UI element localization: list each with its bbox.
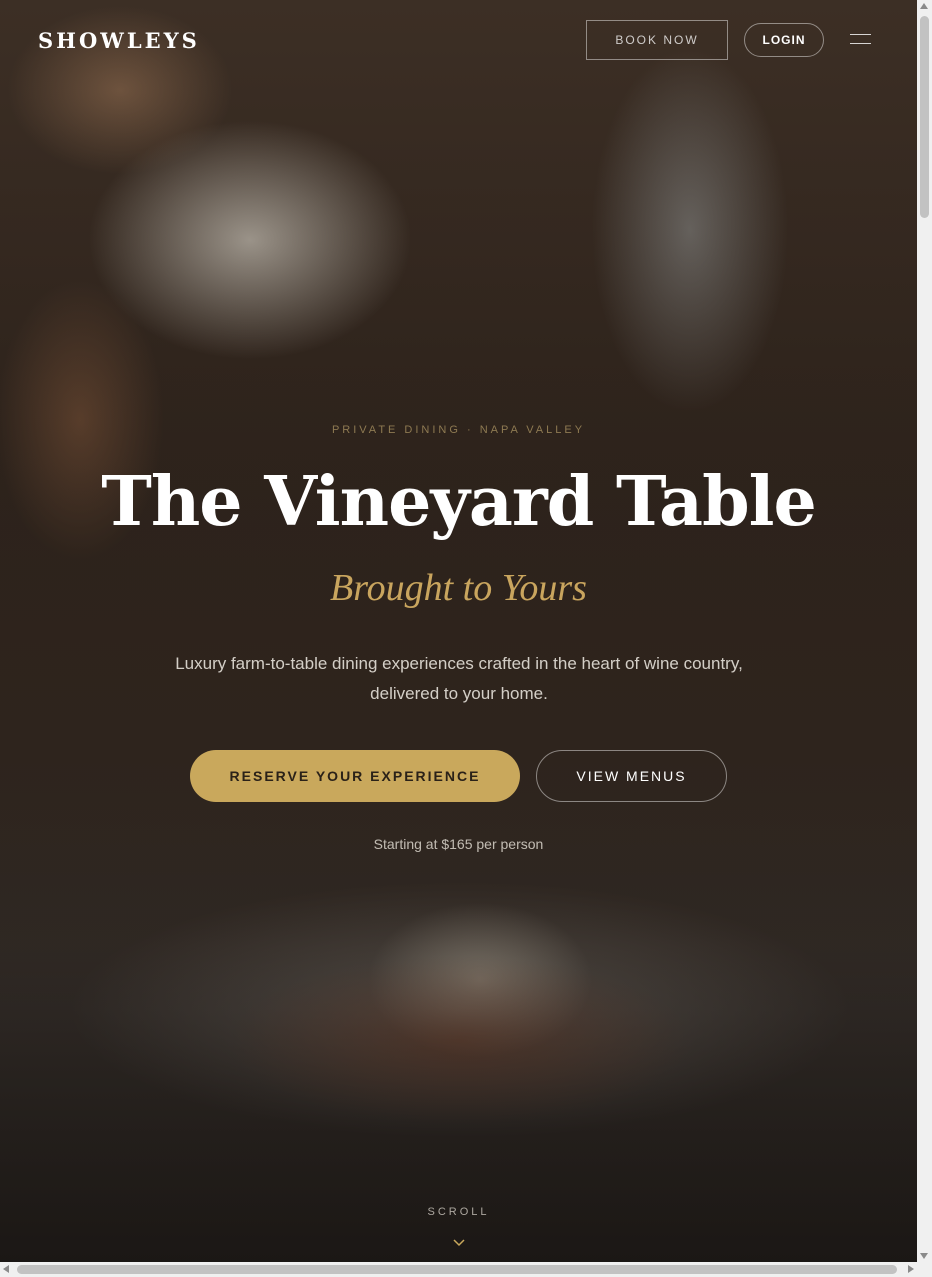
scroll-label: SCROLL: [427, 1206, 490, 1218]
hero-title: The Vineyard Table: [101, 462, 817, 542]
price-note: Starting at $165 per person: [373, 836, 544, 852]
vertical-scroll-thumb[interactable]: [920, 16, 929, 218]
hero-kicker: PRIVATE DINING · NAPA VALLEY: [331, 424, 586, 436]
horizontal-scroll-thumb[interactable]: [17, 1265, 897, 1274]
scroll-down-arrow-icon[interactable]: [920, 1253, 928, 1259]
vertical-scrollbar[interactable]: [917, 0, 932, 1262]
reserve-experience-button[interactable]: RESERVE YOUR EXPERIENCE: [190, 750, 520, 802]
book-now-button[interactable]: BOOK NOW: [586, 20, 728, 60]
scroll-right-arrow-icon[interactable]: [908, 1265, 914, 1273]
brand-logo[interactable]: SHOWLEYS: [38, 28, 200, 53]
hamburger-menu-icon[interactable]: [850, 34, 871, 46]
horizontal-scrollbar[interactable]: [0, 1262, 917, 1277]
login-button[interactable]: LOGIN: [744, 23, 824, 57]
scrollbar-corner: [917, 1262, 932, 1277]
hero-background-image: [0, 0, 917, 1262]
hero-subtitle: Brought to Yours: [330, 567, 587, 609]
hero-description: Luxury farm-to-table dining experiences …: [175, 654, 743, 703]
scroll-up-arrow-icon[interactable]: [920, 3, 928, 9]
view-menus-button[interactable]: VIEW MENUS: [536, 750, 727, 802]
chevron-down-icon[interactable]: [452, 1238, 466, 1248]
scroll-left-arrow-icon[interactable]: [3, 1265, 9, 1273]
